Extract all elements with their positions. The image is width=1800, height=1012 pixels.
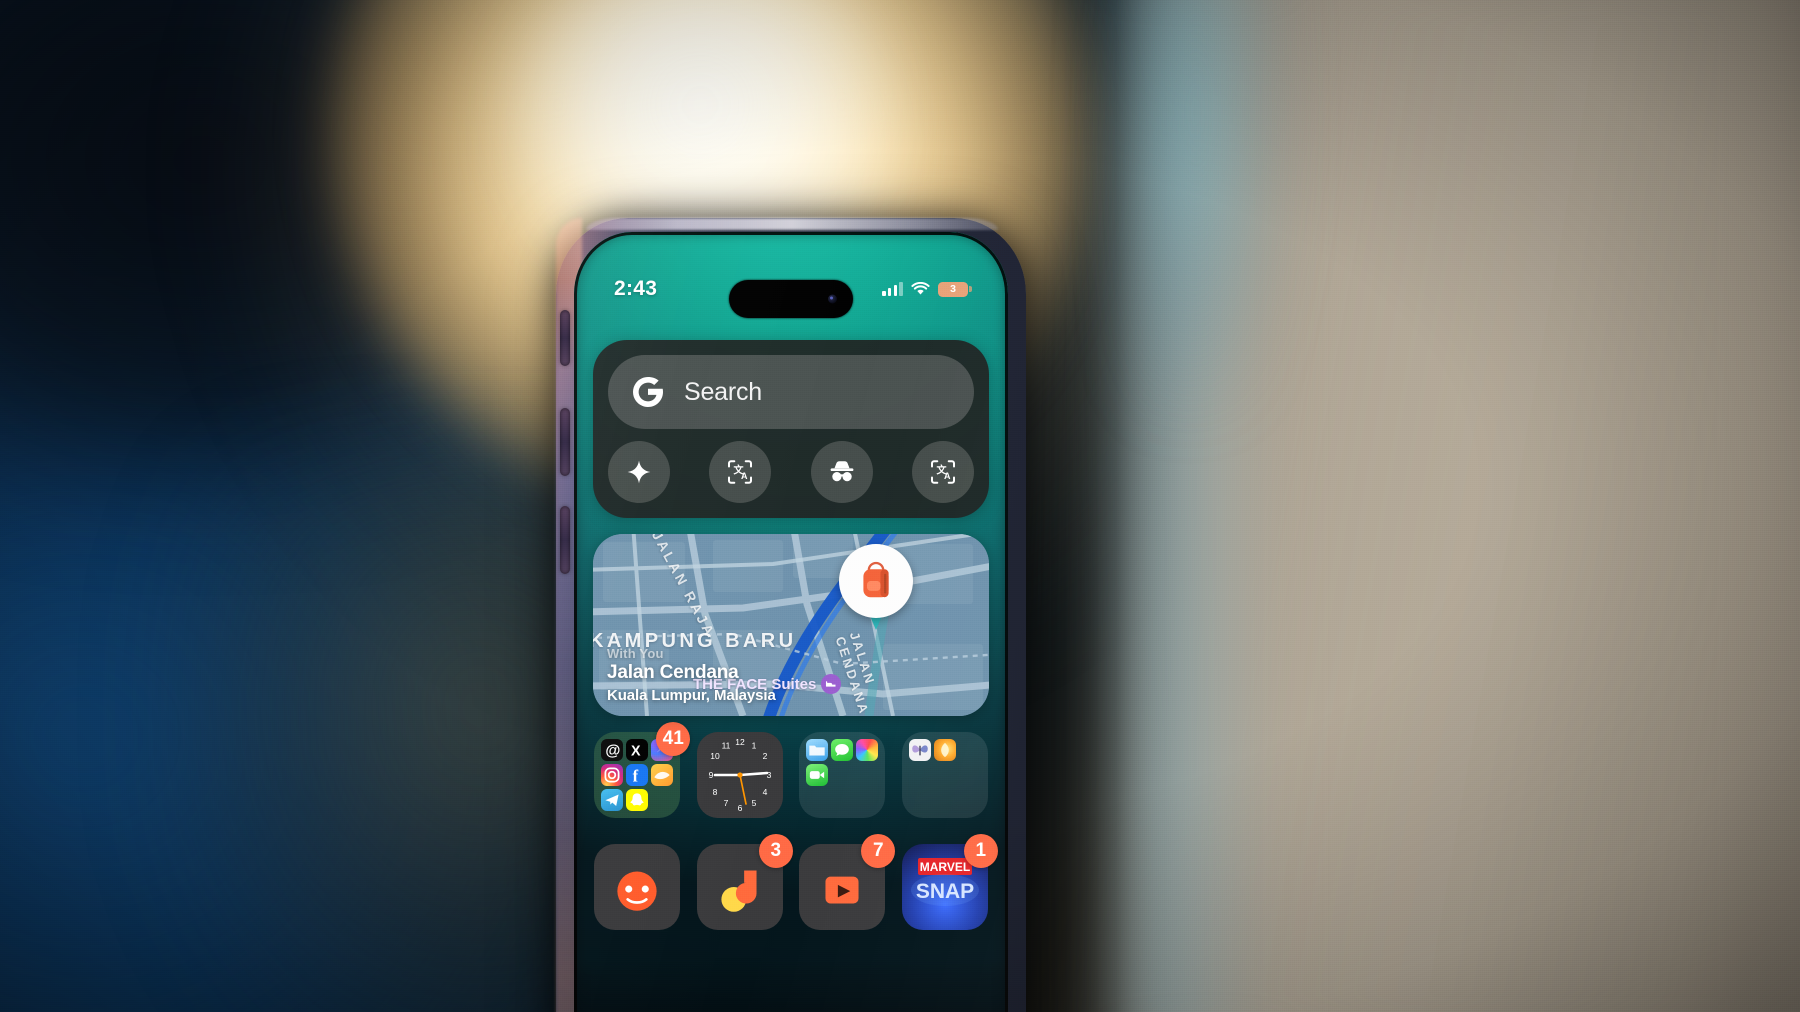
find-my-item-marker[interactable] <box>839 544 913 630</box>
reddit-app-slot[interactable] <box>594 844 681 930</box>
svg-text:11: 11 <box>721 741 730 751</box>
svg-text:9: 9 <box>708 770 713 780</box>
find-my-street: Jalan Cendana <box>607 662 739 683</box>
facetime-icon <box>806 764 829 786</box>
reddit-icon <box>617 871 657 911</box>
gold-app-icon <box>933 739 956 761</box>
marvel-snap-slot[interactable]: MARVEL SNAP 1 <box>901 834 998 930</box>
sparkle-icon <box>627 460 651 484</box>
wifi-icon <box>911 282 930 295</box>
find-my-relation: With You <box>607 646 664 661</box>
facebook-icon: f <box>626 764 649 786</box>
status-bar-time: 2:43 <box>614 277 658 300</box>
svg-text:4: 4 <box>762 787 767 797</box>
svg-text:8: 8 <box>712 787 717 797</box>
marvel-snap-badge: 1 <box>963 834 998 868</box>
social-folder-badge: 41 <box>656 722 691 756</box>
music-app-slot[interactable]: 3 <box>696 834 793 930</box>
svg-text:6: 6 <box>737 803 742 813</box>
find-my-widget[interactable]: JALAN RAJA JALAN CENDANA KAMPUNG BARU TH… <box>593 534 989 716</box>
orange-app-icon <box>825 876 859 904</box>
svg-text:2: 2 <box>762 751 767 761</box>
incognito-hat-icon <box>830 461 854 482</box>
svg-text:A: A <box>944 471 951 481</box>
clock-widget[interactable]: 12 1 2 3 4 5 6 7 8 9 10 11 <box>696 732 783 818</box>
butterfly-app-icon <box>908 739 931 761</box>
svg-text:f: f <box>633 767 639 786</box>
telegram-icon <box>601 789 624 811</box>
x-twitter-icon: X <box>626 739 649 761</box>
apple-folder-slot[interactable] <box>799 732 886 818</box>
dynamic-island[interactable] <box>729 280 853 318</box>
media-folder-slot[interactable] <box>901 732 988 818</box>
svg-text:A: A <box>741 471 748 481</box>
google-widget-actions: 文 A 文 A <box>608 440 974 504</box>
gold-app-icon <box>651 764 674 786</box>
social-folder-slot[interactable]: @ X f 41 <box>594 722 691 818</box>
gemini-button[interactable] <box>608 441 670 503</box>
front-camera-icon <box>828 294 837 304</box>
search-input[interactable]: Search <box>608 355 974 429</box>
files-icon <box>806 739 829 761</box>
phone-screen[interactable]: 2:43 3 Search 文 A 文 A JALAN RAJA JALAN C… <box>574 232 1008 1012</box>
app-grid-row-2: 3 7 MARVEL SNAP 1 <box>590 834 998 930</box>
threads-icon: @ <box>601 739 624 761</box>
svg-text:X: X <box>631 744 641 760</box>
svg-text:10: 10 <box>710 751 720 761</box>
analog-clock-icon: 12 1 2 3 4 5 6 7 8 9 10 11 <box>696 732 783 818</box>
music-app-badge: 3 <box>758 834 793 868</box>
lens-translate-button-left[interactable]: 文 A <box>709 441 772 503</box>
apple-folder[interactable] <box>799 732 886 818</box>
svg-text:12: 12 <box>735 737 745 747</box>
app-grid-row-1: @ X f 41 12 1 2 3 4 5 6 7 8 9 10 11 <box>590 722 992 818</box>
instagram-icon <box>601 764 624 786</box>
reddit-app[interactable] <box>594 844 681 930</box>
find-my-city: Kuala Lumpur, Malaysia <box>607 687 776 704</box>
lens-translate-icon: 文 A <box>930 460 955 484</box>
svg-text:3: 3 <box>766 770 771 780</box>
find-my-text-stack: With You Jalan Cendana Kuala Lumpur, Mal… <box>607 646 776 704</box>
battery-icon: 3 <box>938 281 972 297</box>
incognito-button[interactable] <box>810 441 873 503</box>
lens-translate-icon: 文 A <box>728 460 753 484</box>
snapchat-icon <box>626 789 649 811</box>
search-placeholder-label: Search <box>684 377 763 406</box>
google-g-icon <box>630 374 666 410</box>
folder-empty-slot <box>651 789 673 811</box>
svg-text:MARVEL: MARVEL <box>920 860 970 874</box>
photos-icon <box>856 739 879 761</box>
messages-icon <box>831 739 854 761</box>
cellular-signal-icon <box>882 282 903 296</box>
lens-translate-button-right[interactable]: 文 A <box>911 441 974 503</box>
svg-text:5: 5 <box>751 798 756 808</box>
media-folder[interactable] <box>901 732 988 818</box>
music-icon <box>721 870 757 912</box>
status-bar-indicators: 3 <box>882 281 972 297</box>
photo-scene: 2:43 3 Search 文 A 文 A JALAN RAJA JALAN C… <box>0 0 1800 1012</box>
orange-app-badge: 7 <box>861 834 896 868</box>
google-search-widget[interactable]: Search 文 A 文 A <box>593 340 989 518</box>
backpack-icon <box>839 544 913 618</box>
svg-text:@: @ <box>606 743 621 760</box>
svg-text:7: 7 <box>723 798 728 808</box>
clock-widget-slot[interactable]: 12 1 2 3 4 5 6 7 8 9 10 11 <box>696 732 783 818</box>
orange-app-slot[interactable]: 7 <box>799 834 896 930</box>
battery-level-label: 3 <box>950 283 956 295</box>
svg-text:1: 1 <box>751 741 756 751</box>
hotel-bed-icon <box>821 674 842 694</box>
